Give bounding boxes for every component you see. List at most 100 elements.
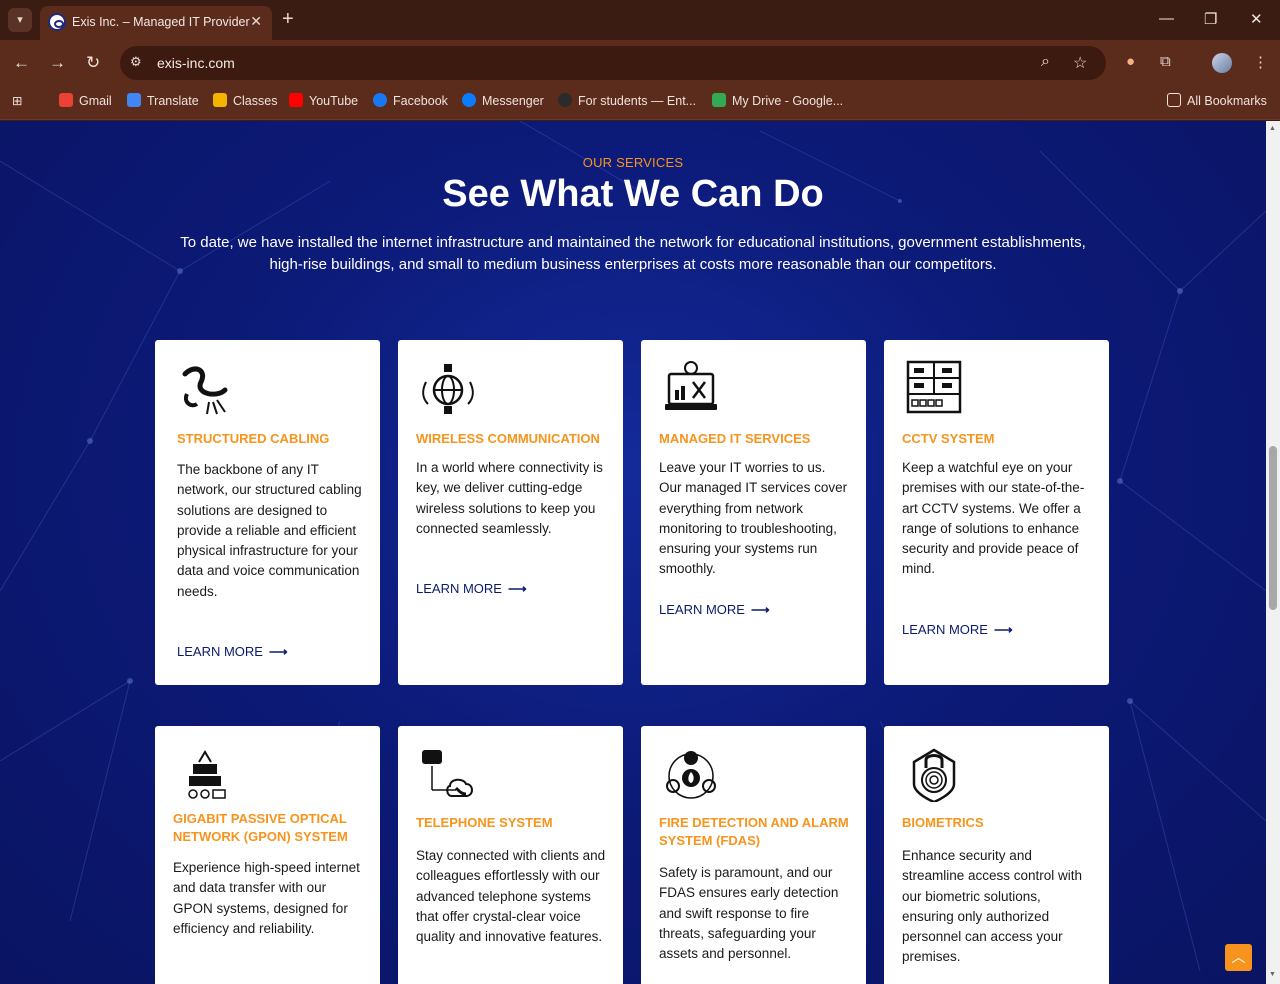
cable-icon xyxy=(182,366,228,415)
page-viewport: OUR SERVICES See What We Can Do To date,… xyxy=(0,121,1266,984)
site-favicon-icon xyxy=(48,13,66,31)
all-bookmarks-label: All Bookmarks xyxy=(1187,94,1267,108)
learn-more-label: LEARN MORE xyxy=(902,622,988,637)
chevron-up-icon: ︿ xyxy=(1231,949,1246,965)
drive-icon xyxy=(712,93,726,107)
reload-button[interactable]: ↻ xyxy=(86,53,100,73)
service-title: CCTV SYSTEM xyxy=(902,431,995,446)
arrow-right-icon: ⟶ xyxy=(507,581,527,596)
section-headline: See What We Can Do xyxy=(442,173,824,215)
bookmark-label: Messenger xyxy=(482,94,544,108)
learn-more-link[interactable]: LEARN MORE ⟶ xyxy=(177,644,288,660)
service-card-biometrics: BIOMETRICS Enhance security and streamli… xyxy=(884,726,1109,984)
profile-avatar[interactable] xyxy=(1212,53,1232,73)
service-title: TELEPHONE SYSTEM xyxy=(416,815,553,830)
bookmark-for-students[interactable]: For students — Ent... xyxy=(558,93,696,108)
back-button[interactable]: ← xyxy=(13,53,30,73)
scroll-up-icon[interactable]: ▲ xyxy=(1269,125,1276,132)
bookmark-my-drive[interactable]: My Drive - Google... xyxy=(712,93,843,108)
gmail-icon xyxy=(59,93,73,107)
learn-more-label: LEARN MORE xyxy=(416,581,502,596)
bookmark-star-icon[interactable]: ☆ xyxy=(1073,53,1087,73)
site-info-icon[interactable]: ⚙ xyxy=(130,54,142,70)
bookmark-label: Gmail xyxy=(79,94,112,108)
tab-search-button[interactable]: ▾ xyxy=(8,8,32,32)
extensions-puzzle-icon[interactable]: ⧉ xyxy=(1160,53,1171,70)
classroom-icon xyxy=(213,93,227,107)
section-intro: To date, we have installed the internet … xyxy=(180,234,1086,273)
service-description: In a world where connectivity is key, we… xyxy=(416,460,603,536)
fingerprint-lock-icon xyxy=(912,748,956,802)
learn-more-link[interactable]: LEARN MORE ⟶ xyxy=(416,581,527,597)
page-scrollbar[interactable]: ▲ ▼ xyxy=(1266,121,1280,984)
forward-button[interactable]: → xyxy=(49,53,66,73)
service-title: GIGABIT PASSIVE OPTICAL NETWORK (GPON) S… xyxy=(173,811,348,844)
minimize-button[interactable]: — xyxy=(1159,10,1174,27)
bookmark-label: Translate xyxy=(147,94,199,108)
bookmark-classes[interactable]: Classes xyxy=(213,93,277,108)
service-title: STRUCTURED CABLING xyxy=(177,431,330,446)
learn-more-label: LEARN MORE xyxy=(659,602,745,617)
fire-alarm-icon xyxy=(666,751,716,799)
bookmark-facebook[interactable]: Facebook xyxy=(373,93,448,108)
translate-icon xyxy=(127,93,141,107)
service-description: Safety is paramount, and our FDAS ensure… xyxy=(659,865,839,962)
service-card-managed-it: MANAGED IT SERVICES Leave your IT worrie… xyxy=(641,340,866,685)
facebook-icon xyxy=(373,93,387,107)
service-description: Experience high-speed internet and data … xyxy=(173,860,360,936)
folder-icon xyxy=(1167,93,1181,107)
bookmark-label: My Drive - Google... xyxy=(732,94,844,108)
learn-more-link[interactable]: LEARN MORE ⟶ xyxy=(659,602,770,618)
service-description: Leave your IT worries to us. Our managed… xyxy=(659,460,848,577)
restore-button[interactable]: ❐ xyxy=(1204,10,1217,28)
active-tab[interactable]: Exis Inc. – Managed IT Provider ✕ xyxy=(40,6,272,40)
section-eyebrow: OUR SERVICES xyxy=(582,155,684,170)
telephone-icon xyxy=(422,750,473,797)
cctv-icon xyxy=(906,360,962,414)
bookmark-label: Facebook xyxy=(393,94,448,108)
zoom-search-icon[interactable]: ⌕ xyxy=(1041,53,1050,71)
bookmark-gmail[interactable]: Gmail xyxy=(59,93,112,108)
scroll-thumb[interactable] xyxy=(1269,446,1277,610)
address-bar[interactable]: ⚙ exis-inc.com ⌕ ☆ xyxy=(120,46,1106,80)
close-window-button[interactable]: ✕ xyxy=(1250,10,1263,28)
service-card-structured-cabling: STRUCTURED CABLING The backbone of any I… xyxy=(155,340,380,685)
service-description: The backbone of any IT network, our stru… xyxy=(177,462,362,599)
service-description: Stay connected with clients and colleagu… xyxy=(416,848,606,945)
service-card-fdas: FIRE DETECTION AND ALARM SYSTEM (FDAS) S… xyxy=(641,726,866,984)
gpon-icon xyxy=(188,750,226,799)
quizlet-icon xyxy=(558,93,572,107)
service-description: Enhance security and streamline access c… xyxy=(902,848,1083,965)
arrow-right-icon: ⟶ xyxy=(268,644,288,659)
bookmark-youtube[interactable]: YouTube xyxy=(289,93,358,108)
wireless-globe-icon xyxy=(422,364,474,414)
scroll-down-icon[interactable]: ▼ xyxy=(1269,971,1276,978)
menu-kebab-icon[interactable]: ⋮ xyxy=(1253,53,1268,71)
url-text[interactable]: exis-inc.com xyxy=(157,55,235,71)
arrow-right-icon: ⟶ xyxy=(750,602,770,617)
youtube-icon xyxy=(289,93,303,107)
laptop-gear-icon xyxy=(665,361,717,410)
browser-toolbar: ← → ↻ ⚙ exis-inc.com ⌕ ☆ ● ⧉ ⋮ xyxy=(0,40,1280,86)
tab-title: Exis Inc. – Managed IT Provider xyxy=(72,15,250,29)
service-card-gpon: GIGABIT PASSIVE OPTICAL NETWORK (GPON) S… xyxy=(155,726,380,984)
back-to-top-button[interactable]: ︿ xyxy=(1225,944,1252,971)
apps-grid-icon[interactable]: ⊞ xyxy=(12,93,22,108)
service-title: MANAGED IT SERVICES xyxy=(659,431,811,446)
learn-more-link[interactable]: LEARN MORE ⟶ xyxy=(902,622,1013,638)
new-tab-button[interactable]: + xyxy=(282,8,294,30)
all-bookmarks-button[interactable]: All Bookmarks xyxy=(1167,93,1267,108)
tab-close-icon[interactable]: ✕ xyxy=(250,13,262,30)
service-title: BIOMETRICS xyxy=(902,815,984,830)
service-title: FIRE DETECTION AND ALARM SYSTEM (FDAS) xyxy=(659,815,849,848)
bookmark-label: For students — Ent... xyxy=(578,94,697,108)
bookmark-messenger[interactable]: Messenger xyxy=(462,93,544,108)
bookmark-translate[interactable]: Translate xyxy=(127,93,199,108)
bookmark-label: YouTube xyxy=(309,94,359,108)
arrow-right-icon: ⟶ xyxy=(993,622,1013,637)
service-card-cctv: CCTV SYSTEM Keep a watchful eye on your … xyxy=(884,340,1109,685)
service-title: WIRELESS COMMUNICATION xyxy=(416,431,600,446)
extension-icon[interactable]: ● xyxy=(1126,53,1135,70)
service-description: Keep a watchful eye on your premises wit… xyxy=(902,460,1085,577)
service-card-wireless-communication: WIRELESS COMMUNICATION In a world where … xyxy=(398,340,623,685)
